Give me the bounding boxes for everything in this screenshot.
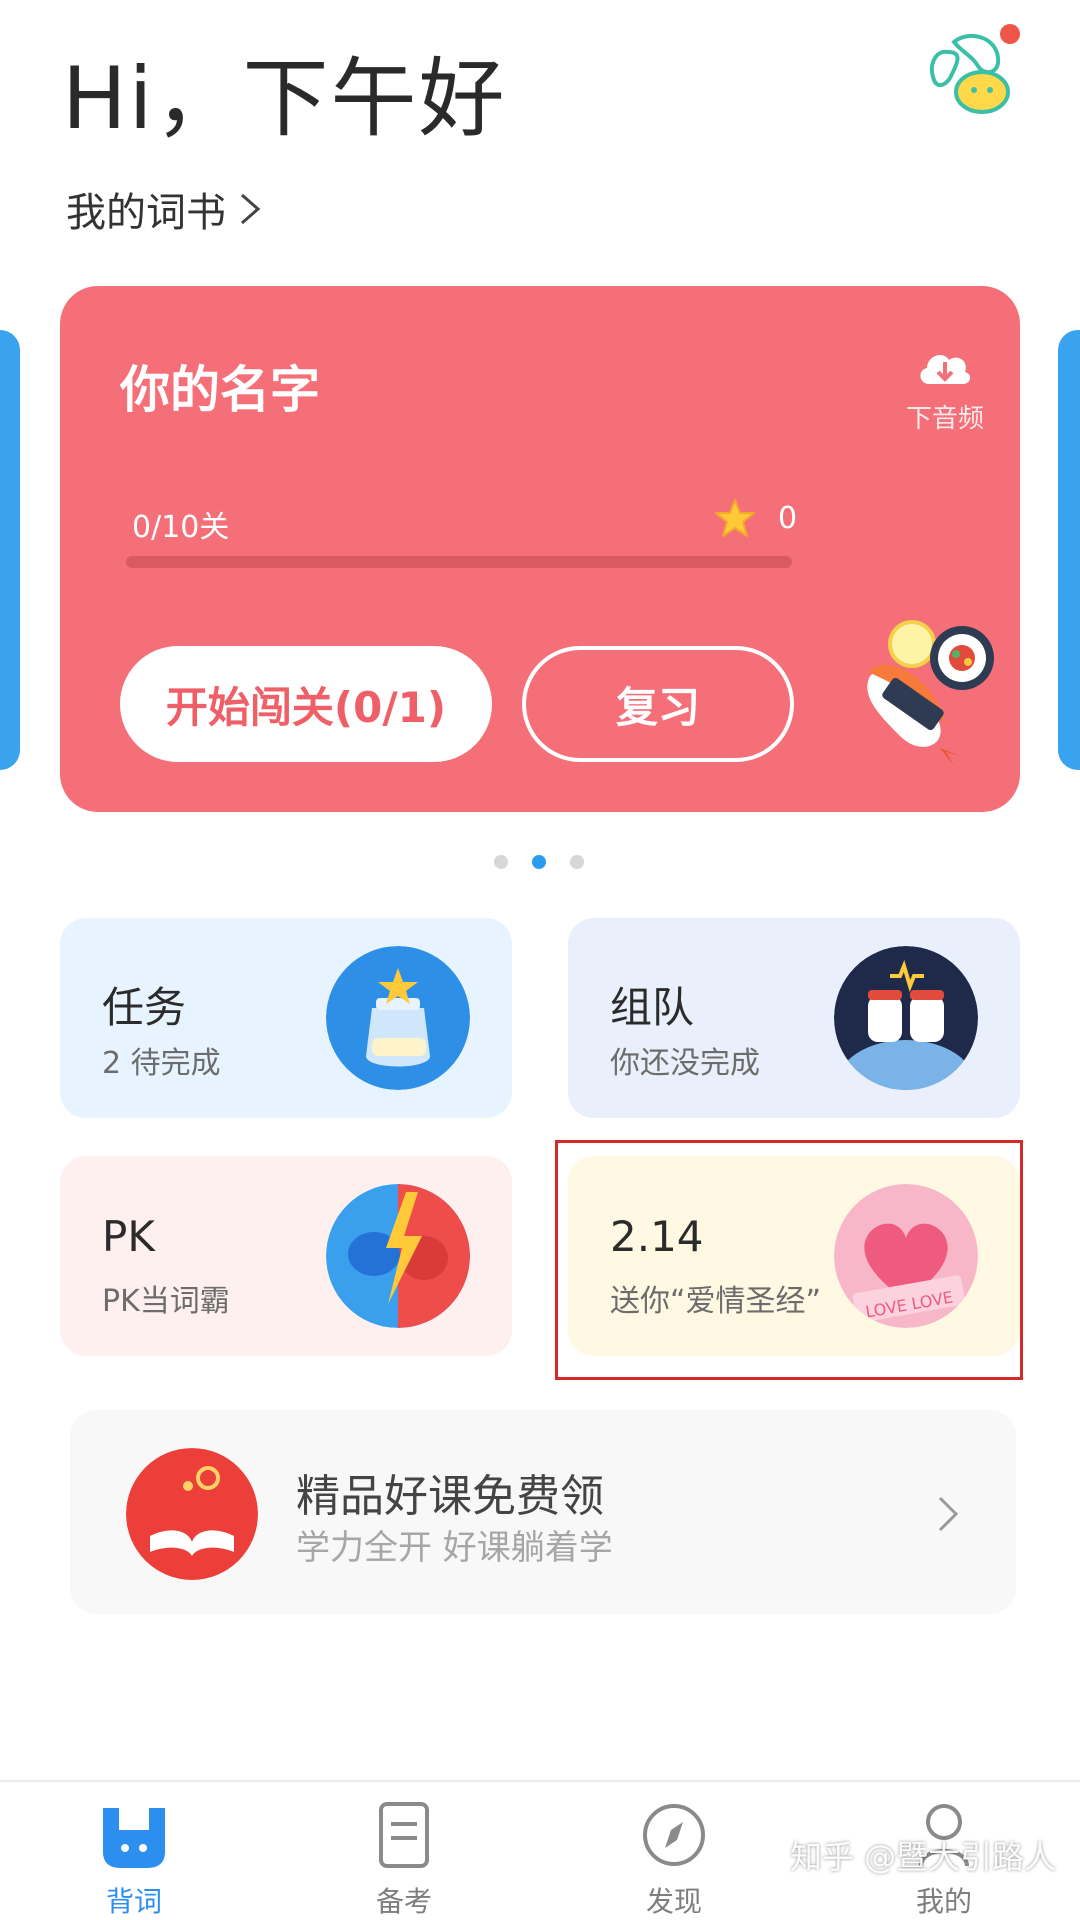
carousel-next-card[interactable] — [1058, 330, 1080, 770]
current-wordbook-card[interactable]: 你的名字 下音频 0/10关 0 开始闯关(0/1) 复习 — [60, 286, 1020, 812]
task-tile[interactable]: 任务 2 待完成 — [60, 918, 512, 1118]
task-subtitle: 2 待完成 — [102, 1046, 221, 1081]
pk-title: PK — [102, 1212, 155, 1261]
my-wordbook-label: 我的词书 — [66, 190, 226, 236]
star-count: 0 — [778, 500, 798, 536]
watermark-text: 知乎 @暨大引路人 — [790, 1838, 1057, 1876]
tab-discover[interactable]: 发现 — [594, 1800, 754, 1920]
wordbook-title: 你的名字 — [120, 361, 320, 419]
team-characters-icon — [834, 946, 978, 1090]
team-title: 组队 — [610, 983, 695, 1032]
pk-tile[interactable]: PK PK当词霸 — [60, 1156, 512, 1356]
course-subtitle: 学力全开 好课躺着学 — [296, 1528, 613, 1568]
notification-dot — [1000, 24, 1020, 44]
carousel-dot[interactable] — [570, 855, 584, 869]
team-tile[interactable]: 组队 你还没完成 — [568, 918, 1020, 1118]
level-progress-bar — [126, 556, 792, 568]
star-jar-icon — [326, 946, 470, 1090]
tab-profile-label: 我的 — [915, 1885, 972, 1918]
greeting-title: Hi，下午好 — [62, 49, 507, 149]
carousel-dot-active[interactable] — [532, 855, 546, 869]
start-challenge-button[interactable]: 开始闯关(0/1) — [120, 646, 492, 762]
level-progress-text: 0/10关 — [132, 510, 230, 545]
pk-subtitle: PK当词霸 — [102, 1284, 230, 1319]
carousel-indicator — [494, 855, 584, 869]
sushi-illustration — [867, 620, 994, 766]
tab-exam-prep[interactable]: 备考 — [324, 1800, 484, 1920]
red-envelope-book-icon — [126, 1448, 258, 1580]
tab-memorize-label: 背词 — [105, 1885, 162, 1918]
cloud-download-icon — [920, 354, 971, 384]
course-title: 精品好课免费领 — [296, 1471, 604, 1522]
star-icon — [715, 499, 755, 537]
free-course-banner[interactable]: 精品好课免费领 学力全开 好课躺着学 — [70, 1410, 1016, 1614]
chevron-right-icon — [938, 1496, 959, 1532]
chevron-right-icon — [241, 193, 261, 225]
tab-memorize[interactable]: 背词 — [54, 1800, 214, 1920]
download-audio-label: 下音频 — [905, 404, 984, 434]
review-button[interactable]: 复习 — [522, 646, 794, 762]
carousel-dot[interactable] — [494, 855, 508, 869]
pk-battle-icon — [326, 1184, 470, 1328]
star-count-group: 0 — [714, 498, 797, 538]
download-audio-button[interactable]: 下音频 — [890, 346, 1000, 435]
document-icon — [379, 1802, 429, 1868]
team-subtitle: 你还没完成 — [610, 1046, 760, 1081]
my-wordbook-link[interactable]: 我的词书 — [66, 180, 262, 238]
carousel-prev-card[interactable] — [0, 330, 20, 770]
tab-exam-prep-label: 备考 — [375, 1885, 432, 1918]
tab-discover-label: 发现 — [645, 1885, 702, 1918]
highlight-frame — [555, 1140, 1023, 1380]
task-title: 任务 — [102, 983, 187, 1032]
bunny-icon — [103, 1808, 165, 1868]
compass-icon — [643, 1804, 705, 1866]
